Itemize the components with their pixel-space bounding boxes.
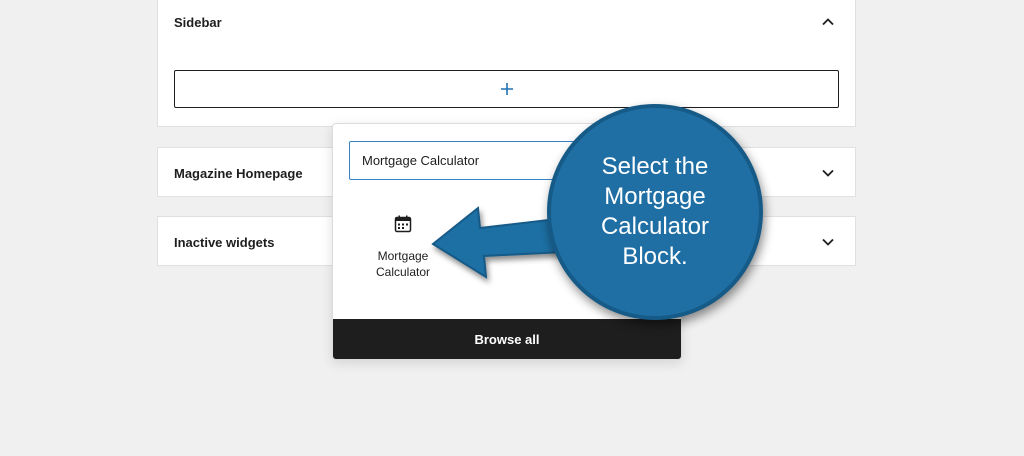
browse-all-button[interactable]: Browse all — [333, 319, 681, 359]
callout-bubble: Select the Mortgage Calculator Block. — [547, 104, 763, 320]
calendar-icon — [393, 214, 413, 234]
block-result-label: Mortgage Calculator — [375, 249, 431, 279]
widget-editor-canvas: Sidebar Magazine Homepage Inactive widge… — [0, 0, 1024, 456]
widget-area-title[interactable]: Sidebar — [174, 15, 222, 30]
block-result-mortgage-calculator[interactable]: Mortgage Calculator — [363, 214, 443, 294]
chevron-up-icon[interactable] — [821, 15, 835, 29]
add-block-button[interactable] — [174, 70, 839, 108]
plus-icon — [500, 82, 514, 96]
widget-area-sidebar: Sidebar — [157, 0, 856, 127]
widget-area-title: Magazine Homepage — [174, 166, 303, 181]
chevron-down-icon[interactable] — [821, 166, 835, 180]
chevron-down-icon[interactable] — [821, 235, 835, 249]
widget-area-title: Inactive widgets — [174, 235, 275, 250]
callout-text: Select the Mortgage Calculator Block. — [600, 153, 710, 270]
